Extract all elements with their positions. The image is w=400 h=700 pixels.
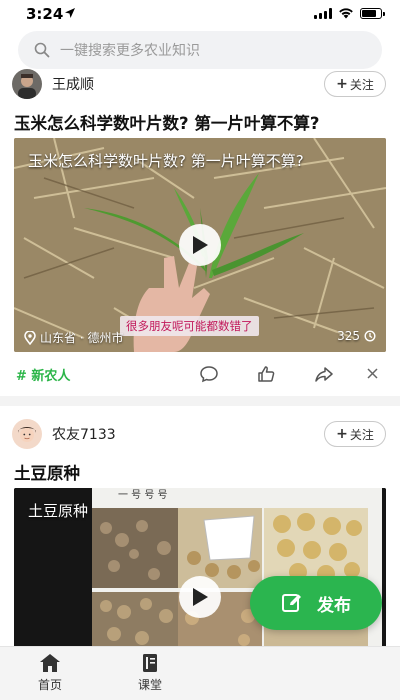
follow-label: 关注: [349, 427, 374, 442]
book-icon: [143, 654, 157, 672]
like-icon[interactable]: [256, 364, 276, 384]
search-placeholder: 一键搜索更多农业知识: [60, 43, 200, 59]
video-top-text: 一 号 号 号: [118, 489, 168, 501]
author-name[interactable]: 王成顺: [52, 74, 94, 94]
feed-divider: [0, 396, 400, 406]
play-icon: [193, 236, 208, 254]
post-tag[interactable]: # 新农人: [16, 365, 70, 384]
status-icons: [314, 7, 385, 19]
battery-icon: [360, 7, 385, 19]
search-input[interactable]: 一键搜索更多农业知识: [18, 31, 382, 69]
wifi-icon: [339, 8, 353, 19]
follow-button[interactable]: + 关注: [324, 71, 386, 97]
close-icon[interactable]: [366, 367, 379, 380]
home-icon: [40, 654, 60, 672]
location-arrow-icon: [65, 8, 75, 18]
video-views: 325: [337, 329, 376, 343]
cellular-signal-icon: [314, 7, 332, 19]
play-icon: [193, 588, 208, 606]
play-button[interactable]: [179, 576, 221, 618]
post-actions: # 新农人: [0, 358, 400, 390]
post-title[interactable]: 土豆原种: [14, 460, 80, 484]
author-row: 王成顺: [12, 68, 94, 100]
comment-icon[interactable]: [199, 364, 219, 384]
share-icon[interactable]: [314, 364, 334, 384]
publish-label: 发布: [317, 595, 351, 616]
video-overlay-title: 玉米怎么科学数叶片数? 第一片叶算不算?: [28, 152, 304, 170]
nav-label: 课堂: [137, 678, 162, 692]
avatar[interactable]: [12, 69, 42, 99]
nav-item-classroom[interactable]: 课堂: [120, 653, 180, 693]
bottom-nav: 首页 课堂: [0, 646, 400, 700]
plus-icon: +: [336, 76, 348, 92]
views-count: 325: [337, 329, 360, 343]
author-name[interactable]: 农友7133: [52, 424, 116, 444]
location-text: 山东省 · 德州市: [40, 331, 124, 345]
location-pin-icon: [24, 330, 36, 345]
video-location: 山东省 · 德州市: [24, 329, 123, 346]
nav-label: 首页: [37, 678, 62, 692]
video-subtitle: 很多朋友呢可能都数错了: [120, 316, 259, 336]
follow-button[interactable]: + 关注: [324, 421, 386, 447]
post-tag-label: 新农人: [31, 369, 71, 384]
status-time: 3:24: [26, 5, 64, 23]
edit-icon: [282, 594, 301, 612]
status-bar: 3:24: [0, 0, 400, 28]
video-overlay-title: 土豆原种: [28, 502, 89, 520]
publish-button[interactable]: 发布: [250, 576, 382, 630]
plus-icon: +: [336, 426, 348, 442]
post-title[interactable]: 玉米怎么科学数叶片数? 第一片叶算不算?: [14, 110, 319, 134]
video-player[interactable]: 玉米怎么科学数叶片数? 第一片叶算不算? 很多朋友呢可能都数错了 山东省 · 德…: [14, 138, 386, 352]
avatar[interactable]: [12, 419, 42, 449]
follow-label: 关注: [349, 77, 374, 92]
play-button[interactable]: [179, 224, 221, 266]
author-row: 农友7133: [12, 418, 116, 450]
nav-item-home[interactable]: 首页: [20, 653, 80, 693]
feed-post[interactable]: 王成顺 + 关注 玉米怎么科学数叶片数? 第一片叶算不算? 玉米怎么科学数叶片数…: [0, 68, 400, 396]
views-icon: [364, 330, 376, 342]
search-icon: [34, 42, 50, 58]
